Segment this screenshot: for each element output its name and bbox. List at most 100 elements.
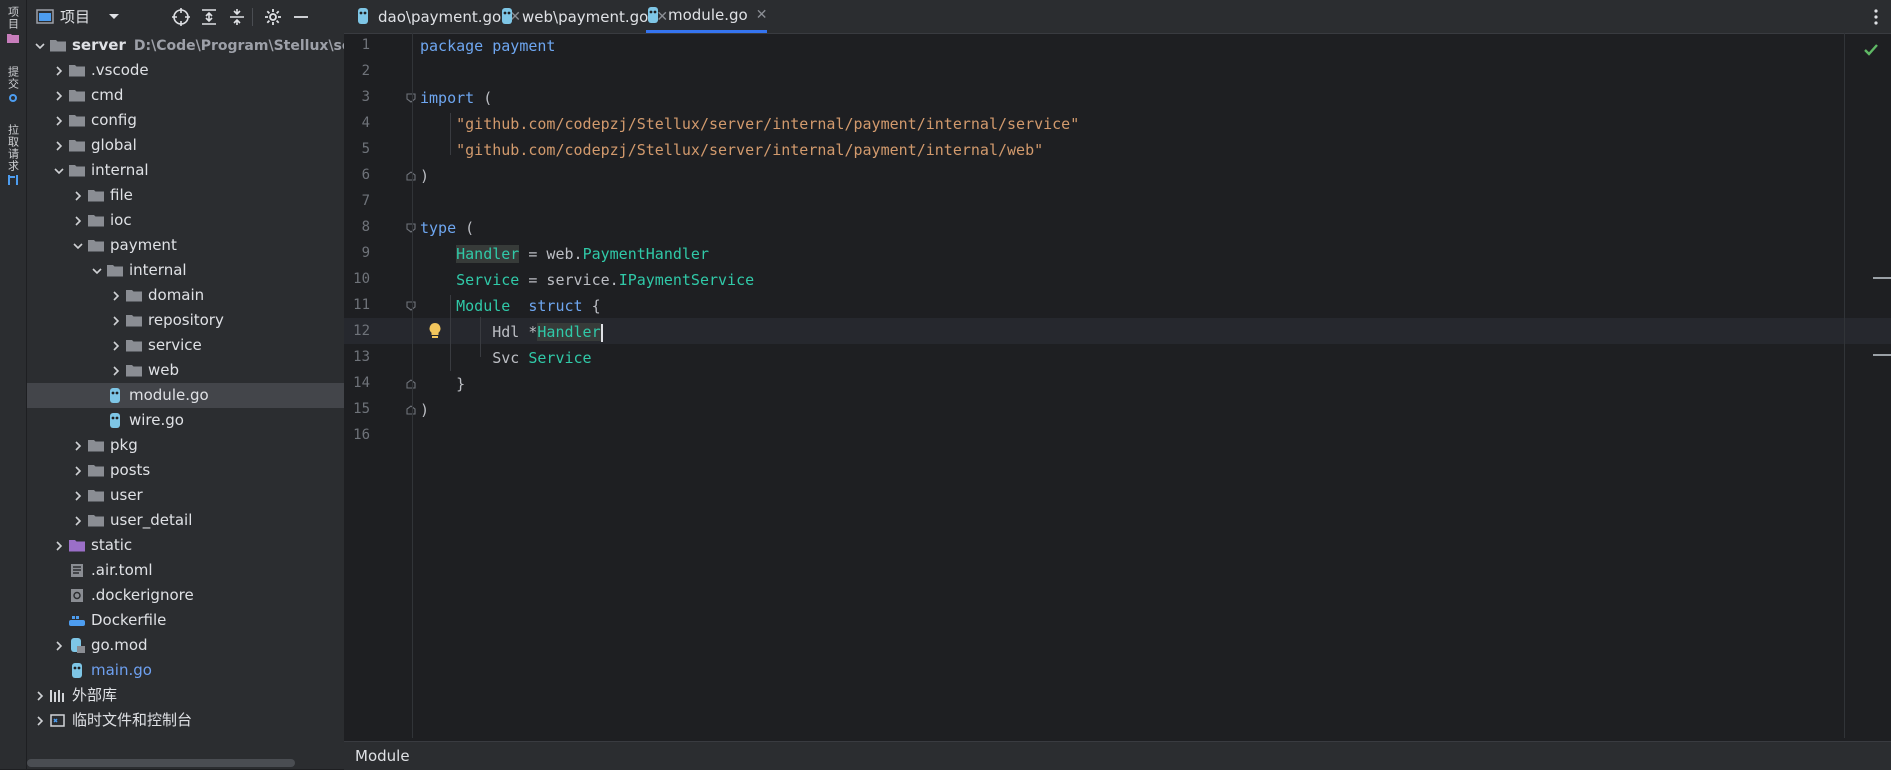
tree-item[interactable]: user_detail [27, 508, 344, 533]
tree-item[interactable]: cmd [27, 83, 344, 108]
code-area[interactable]: package payment import ( "github.com/code… [412, 33, 1891, 738]
chevron-down-icon[interactable] [108, 13, 120, 21]
tree-item[interactable]: 外部库 [27, 683, 344, 708]
tree-item[interactable]: internal [27, 258, 344, 283]
project-panel-title[interactable]: 项目 [60, 6, 90, 27]
tree-item-label: internal [91, 158, 149, 183]
tree-item[interactable]: .dockerignore [27, 583, 344, 608]
close-icon[interactable]: ✕ [756, 7, 768, 23]
chevron-right-icon[interactable] [35, 691, 45, 701]
line-number: 6 [361, 167, 370, 183]
chevron-right-icon[interactable] [111, 291, 121, 301]
tree-item[interactable]: posts [27, 458, 344, 483]
chevron-right-icon[interactable] [54, 141, 64, 151]
project-tool-button[interactable]: 项目 [3, 6, 23, 43]
code-line: Service = service.IPaymentService [420, 267, 754, 293]
project-tree: server D:\Code\Program\Stellux\server .vsc… [27, 33, 344, 733]
tree-item[interactable]: web [27, 358, 344, 383]
library-icon [50, 690, 64, 702]
tree-item-name: 临时文件和控制台 [72, 711, 193, 729]
tree-item[interactable]: static [27, 533, 344, 558]
line-number: 4 [361, 115, 370, 131]
chevron-right-icon[interactable] [73, 216, 83, 226]
chevron-right-icon[interactable] [73, 491, 83, 501]
chevron-right-icon[interactable] [73, 466, 83, 476]
lightbulb-icon[interactable] [428, 322, 442, 340]
editor-tab[interactable]: web\payment.go ✕ [500, 0, 668, 33]
tree-item[interactable]: payment [27, 233, 344, 258]
tree-item[interactable]: global [27, 133, 344, 158]
tree-item[interactable]: server D:\Code\Program\Stellux\server [27, 33, 344, 58]
tree-item[interactable]: 临时文件和控制台 [27, 708, 344, 733]
code-token: } [420, 375, 466, 393]
tree-item[interactable]: ioc [27, 208, 344, 233]
chevron-right-icon[interactable] [111, 366, 121, 376]
chevron-down-icon[interactable] [92, 266, 102, 276]
chevron-right-icon[interactable] [35, 716, 45, 726]
tree-item[interactable]: service [27, 333, 344, 358]
line-number: 15 [353, 401, 370, 417]
editor-tab[interactable]: dao\payment.go ✕ [356, 0, 521, 33]
tree-item-name: server [72, 36, 126, 54]
breadcrumb-item[interactable]: Module [355, 747, 410, 765]
tree-item-name: file [110, 186, 133, 204]
resource-folder-icon [69, 540, 85, 552]
chevron-down-icon[interactable] [73, 241, 83, 251]
tab-label: web\payment.go [522, 7, 649, 26]
tree-item-name: .dockerignore [91, 586, 194, 604]
tree-item-label: cmd [91, 83, 123, 108]
chevron-right-icon[interactable] [54, 641, 64, 651]
tree-item[interactable]: domain [27, 283, 344, 308]
chevron-right-icon[interactable] [73, 191, 83, 201]
horizontal-scrollbar[interactable] [27, 759, 295, 767]
tree-item[interactable]: Dockerfile [27, 608, 344, 633]
pull-requests-tool-button[interactable]: 拉取请求 [3, 124, 23, 185]
scroll-marker[interactable] [1873, 354, 1891, 356]
gear-icon[interactable] [263, 7, 283, 27]
locate-icon[interactable] [171, 7, 191, 27]
tree-item[interactable]: config [27, 108, 344, 133]
tree-item[interactable]: .air.toml [27, 558, 344, 583]
tree-item[interactable]: pkg [27, 433, 344, 458]
no-problems-check-icon[interactable] [1863, 43, 1879, 57]
tree-item[interactable]: .vscode [27, 58, 344, 83]
minimize-icon[interactable] [291, 7, 311, 27]
tree-item-name: config [91, 111, 137, 129]
scroll-marker[interactable] [1873, 277, 1891, 279]
tree-item[interactable]: go.mod [27, 633, 344, 658]
chevron-right-icon[interactable] [54, 116, 64, 126]
tree-item[interactable]: module.go [27, 383, 344, 408]
chevron-down-icon[interactable] [35, 41, 45, 51]
tree-item[interactable]: wire.go [27, 408, 344, 433]
line-number: 9 [361, 245, 370, 261]
go-file-icon [358, 8, 368, 24]
tree-item-label: user [110, 483, 143, 508]
tree-item[interactable]: repository [27, 308, 344, 333]
tree-item[interactable]: file [27, 183, 344, 208]
line-number: 3 [361, 89, 370, 105]
chevron-right-icon[interactable] [111, 316, 121, 326]
more-options-icon[interactable] [1873, 7, 1879, 27]
chevron-right-icon[interactable] [54, 91, 64, 101]
tree-item[interactable]: main.go [27, 658, 344, 683]
chevron-right-icon[interactable] [73, 516, 83, 526]
tree-item-name: global [91, 136, 137, 154]
collapse-all-icon[interactable] [227, 7, 247, 27]
go-file-icon [110, 413, 120, 428]
code-token: payment [492, 37, 556, 55]
commit-tool-label: 提交 [6, 66, 20, 90]
expand-all-icon[interactable] [199, 7, 219, 27]
tree-item[interactable]: user [27, 483, 344, 508]
tree-item-label: domain [148, 283, 204, 308]
editor-tab[interactable]: module.go ✕ [646, 0, 768, 33]
chevron-right-icon[interactable] [54, 66, 64, 76]
tree-item-name: module.go [129, 386, 209, 404]
line-number-gutter[interactable]: 1 2 3 4 5 6 7 8 9 10 11 12 13 14 15 16 [344, 33, 416, 738]
tree-item[interactable]: internal [27, 158, 344, 183]
chevron-down-icon[interactable] [54, 166, 64, 176]
chevron-right-icon[interactable] [111, 341, 121, 351]
chevron-right-icon[interactable] [54, 541, 64, 551]
chevron-right-icon[interactable] [73, 441, 83, 451]
commit-tool-button[interactable]: 提交 [3, 66, 23, 103]
folder-icon [88, 215, 104, 227]
